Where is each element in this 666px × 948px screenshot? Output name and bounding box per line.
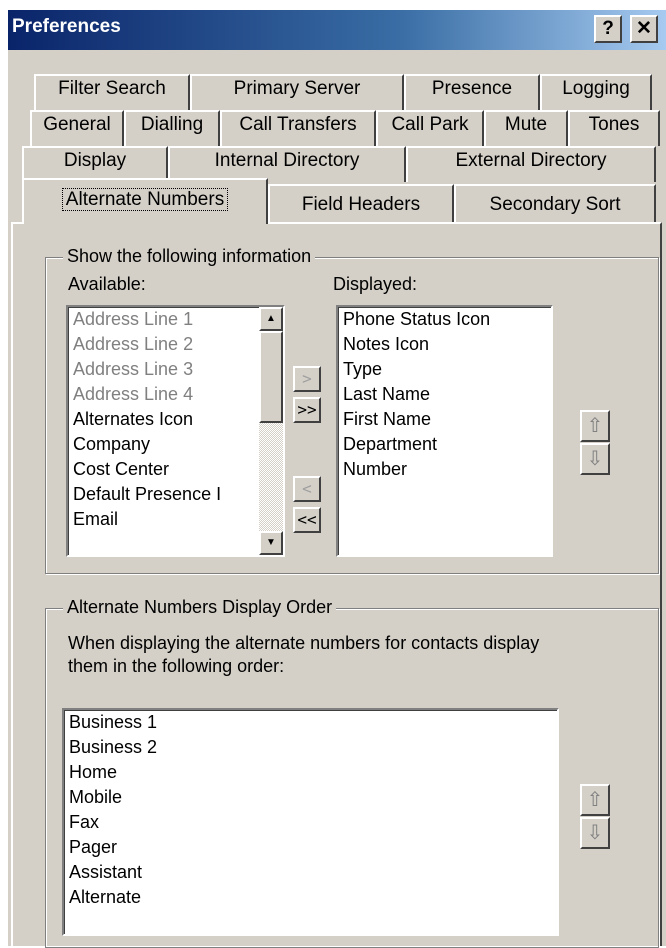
tab-external-directory[interactable]: External Directory (406, 146, 656, 182)
tab-dialling[interactable]: Dialling (124, 110, 220, 146)
alt-order-list[interactable]: Business 1 Business 2 Home Mobile Fax Pager As… (62, 708, 559, 936)
tab-presence[interactable]: Presence (404, 74, 540, 110)
alt-order-items: Business 1 Business 2 Home Mobile Fax Pager As… (64, 710, 557, 910)
list-item[interactable]: Address Line 4 (68, 382, 283, 407)
list-item[interactable]: Last Name (338, 382, 551, 407)
tab-alternate-numbers[interactable]: Alternate Numbers (22, 178, 268, 224)
list-item[interactable]: Fax (64, 810, 557, 835)
tab-internal-directory[interactable]: Internal Directory (168, 146, 406, 182)
tab-alternate-numbers-label: Alternate Numbers (61, 188, 229, 211)
window-title: Preferences (12, 16, 121, 37)
list-item[interactable]: Mobile (64, 785, 557, 810)
scroll-down-arrow-icon[interactable]: ▼ (259, 531, 283, 555)
list-item[interactable]: Cost Center (68, 457, 283, 482)
tab-display[interactable]: Display (22, 146, 168, 182)
tab-call-transfers[interactable]: Call Transfers (220, 110, 376, 146)
alt-move-up-arrow-icon[interactable]: ⇧ (580, 784, 610, 816)
list-item[interactable]: Alternate (64, 885, 557, 910)
scroll-thumb[interactable] (259, 331, 283, 423)
list-item[interactable]: Default Presence I (68, 482, 283, 507)
tab-panel: Show the following information Available… (11, 222, 662, 948)
available-scrollbar[interactable]: ▲ ▼ (259, 307, 283, 555)
list-item[interactable]: Address Line 2 (68, 332, 283, 357)
add-button[interactable]: > (293, 366, 321, 392)
available-list[interactable]: Address Line 1 Address Line 2 Address Line… (66, 305, 285, 557)
list-item[interactable]: Business 1 (64, 710, 557, 735)
list-item[interactable]: Phone Status Icon (338, 307, 551, 332)
list-item[interactable]: Type (338, 357, 551, 382)
list-item[interactable]: Number (338, 457, 551, 482)
list-item[interactable]: Company (68, 432, 283, 457)
title-bar[interactable]: Preferences ? ✕ (8, 10, 666, 50)
list-item[interactable]: Pager (64, 835, 557, 860)
tab-logging[interactable]: Logging (540, 74, 652, 110)
displayed-list[interactable]: Phone Status Icon Notes Icon Type Last Name… (336, 305, 553, 557)
list-item[interactable]: Assistant (64, 860, 557, 885)
displayed-label: Displayed: (333, 274, 418, 294)
add-all-button[interactable]: >> (293, 397, 321, 423)
move-up-arrow-icon[interactable]: ⇧ (580, 410, 610, 442)
list-item[interactable]: Email (68, 507, 283, 532)
displayed-items: Phone Status Icon Notes Icon Type Last Name… (338, 307, 551, 482)
alt-move-down-arrow-icon[interactable]: ⇩ (580, 817, 610, 849)
help-button[interactable]: ? (594, 15, 622, 43)
list-item[interactable]: Address Line 1 (68, 307, 283, 332)
tab-general[interactable]: General (30, 110, 124, 146)
list-item[interactable]: Department (338, 432, 551, 457)
close-button[interactable]: ✕ (630, 15, 658, 43)
tab-field-headers[interactable]: Field Headers (268, 184, 454, 224)
alt-order-group-label: Alternate Numbers Display Order (63, 597, 337, 618)
list-item[interactable]: Business 2 (64, 735, 557, 760)
list-item[interactable]: Home (64, 760, 557, 785)
list-item[interactable]: Notes Icon (338, 332, 551, 357)
remove-button[interactable]: < (293, 476, 321, 502)
tab-call-park[interactable]: Call Park (376, 110, 484, 146)
tab-secondary-sort[interactable]: Secondary Sort (454, 184, 656, 224)
show-info-group-label: Show the following information (63, 246, 316, 267)
alt-order-description: When displaying the alternate numbers fo… (68, 633, 540, 676)
available-label: Available: (68, 274, 146, 294)
list-item[interactable]: First Name (338, 407, 551, 432)
scroll-up-arrow-icon[interactable]: ▲ (259, 307, 283, 331)
tab-primary-server[interactable]: Primary Server (190, 74, 404, 110)
list-item[interactable]: Alternates Icon (68, 407, 283, 432)
tab-mute[interactable]: Mute (484, 110, 568, 146)
tab-tones[interactable]: Tones (568, 110, 660, 146)
list-item[interactable]: Address Line 3 (68, 357, 283, 382)
preferences-window: Preferences ? ✕ Filter Search Primary Se… (8, 10, 666, 948)
tab-filter-search[interactable]: Filter Search (34, 74, 190, 110)
remove-all-button[interactable]: << (293, 507, 321, 533)
available-items: Address Line 1 Address Line 2 Address Line… (68, 307, 283, 532)
move-down-arrow-icon[interactable]: ⇩ (580, 443, 610, 475)
